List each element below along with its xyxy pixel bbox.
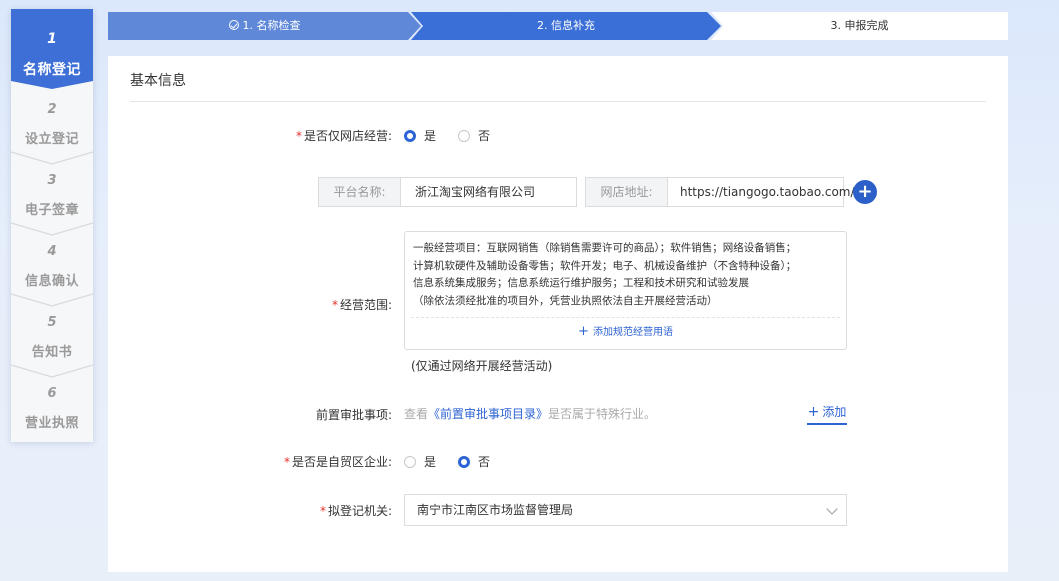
- step-number: 3: [47, 173, 57, 188]
- online-only-yes-radio[interactable]: 是: [404, 127, 436, 144]
- scope-line: 一般经营项目：互联网销售（除销售需要许可的商品）；软件销售；网络设备销售；: [413, 242, 797, 254]
- business-scope-box[interactable]: 一般经营项目：互联网销售（除销售需要许可的商品）；软件销售；网络设备销售； 计算…: [404, 231, 847, 350]
- authority-select[interactable]: 南宁市江南区市场监督管理局: [404, 494, 847, 526]
- section-title: 基本信息: [130, 73, 186, 89]
- step-divider: [11, 364, 93, 378]
- free-trade-label-text: 是否是自贸区企业:: [291, 455, 392, 469]
- step-number: 4: [47, 244, 57, 259]
- step-divider: [11, 151, 93, 165]
- step-divider: [11, 222, 93, 236]
- radio-empty-icon: [404, 456, 416, 468]
- nav-step-notice[interactable]: 5 告知书: [11, 302, 93, 378]
- step-divider: [11, 293, 93, 307]
- authority-selected-value: 南宁市江南区市场监督管理局: [417, 503, 574, 517]
- online-only-label: * 是否仅网店经营:: [268, 127, 392, 144]
- radio-selected-icon: [458, 456, 470, 468]
- plus-icon: +: [807, 404, 820, 420]
- step-number: 2: [47, 102, 57, 117]
- scope-line: 信息系统集成服务；信息系统运行维护服务；工程和技术研究和试验发展: [413, 277, 749, 289]
- progress-step-label: 1. 名称检查: [242, 19, 301, 32]
- nav-step-business-license[interactable]: 6 营业执照: [11, 373, 93, 444]
- business-scope-label: * 经营范围:: [268, 296, 392, 313]
- scope-divider: [411, 317, 840, 318]
- progress-step-label: 3. 申报完成: [830, 19, 889, 32]
- required-mark: *: [319, 504, 326, 518]
- nav-step-e-signature[interactable]: 3 电子签章: [11, 160, 93, 236]
- step-label: 信息确认: [24, 274, 79, 289]
- radio-selected-icon: [404, 130, 416, 142]
- platform-name-value: 浙江淘宝网络有限公司: [415, 185, 536, 199]
- section-divider: [130, 101, 986, 102]
- free-trade-yes-radio[interactable]: 是: [404, 453, 436, 470]
- free-trade-no-radio[interactable]: 否: [458, 453, 490, 470]
- pre-approval-label: 前置审批事项:: [315, 408, 392, 422]
- plus-icon: +: [578, 324, 589, 339]
- progress-step-label: 2. 信息补充: [537, 19, 595, 32]
- add-shop-button[interactable]: +: [853, 180, 877, 204]
- authority-label-text: 拟登记机关:: [327, 504, 392, 518]
- progress-bar: 1. 名称检查 2. 信息补充 3. 申报完成: [108, 12, 1008, 40]
- add-pre-approval-button[interactable]: + 添加: [807, 403, 847, 425]
- step-label: 电子签章: [24, 203, 79, 218]
- scope-line: （除依法须经批准的项目外，凭营业执照依法自主开展经营活动）: [413, 294, 718, 307]
- add-standard-terms-button[interactable]: + 添加规范经营用语: [405, 323, 846, 339]
- progress-step-info-supplement: 2. 信息补充: [411, 12, 721, 40]
- pre-approval-hint: 查看《前置审批事项目录》是否属于特殊行业。: [404, 407, 657, 421]
- business-scope-label-text: 经营范围:: [339, 298, 392, 312]
- business-scope-note: (仅通过网络开展经营活动): [411, 359, 553, 373]
- radio-empty-icon: [458, 130, 470, 142]
- platform-name-field[interactable]: 平台名称: 浙江淘宝网络有限公司: [318, 177, 577, 207]
- pre-approval-catalog-link[interactable]: 《前置审批事项目录》: [428, 407, 548, 421]
- shop-url-value: https://tiangogo.taobao.com/: [680, 185, 855, 199]
- chevron-down-icon: [826, 503, 838, 515]
- plus-icon: +: [857, 181, 873, 202]
- step-label: 告知书: [31, 345, 73, 360]
- nav-step-name-registration[interactable]: 1 名称登记: [11, 9, 93, 89]
- required-mark: *: [331, 298, 338, 312]
- nav-step-info-confirm[interactable]: 4 信息确认: [11, 231, 93, 307]
- required-mark: *: [295, 129, 302, 143]
- platform-name-prefix: 平台名称:: [319, 178, 401, 206]
- shop-url-prefix: 网店地址:: [586, 178, 668, 206]
- scope-line: 计算机软硬件及辅助设备零售；软件开发；电子、机械设备维护（不含特种设备）；: [413, 259, 797, 272]
- step-label: 营业执照: [24, 416, 79, 431]
- authority-label: * 拟登记机关:: [268, 502, 392, 519]
- required-mark: *: [283, 455, 290, 469]
- progress-step-complete: 3. 申报完成: [711, 12, 1008, 40]
- nav-step-establish-registration[interactable]: 2 设立登记: [11, 89, 93, 165]
- online-only-label-text: 是否仅网店经营:: [303, 129, 392, 143]
- step-number: 6: [47, 386, 57, 401]
- step-sidebar: 1 名称登记 2 设立登记 3 电子签章 4 信息确认 5 告知书 6 营业执照: [11, 9, 93, 442]
- business-scope-text: 一般经营项目：互联网销售（除销售需要许可的商品）；软件销售；网络设备销售； 计算…: [413, 240, 840, 310]
- free-trade-label: * 是否是自贸区企业:: [268, 453, 392, 470]
- step-number: 1: [47, 31, 57, 47]
- step-number: 5: [47, 315, 57, 330]
- online-only-no-radio[interactable]: 否: [458, 127, 490, 144]
- step-label: 设立登记: [24, 132, 79, 147]
- shop-url-field[interactable]: 网店地址: https://tiangogo.taobao.com/: [585, 177, 855, 207]
- step-label: 名称登记: [23, 62, 81, 78]
- progress-step-name-check: 1. 名称检查: [108, 12, 421, 40]
- check-circle-icon: [228, 20, 239, 30]
- form-card: 基本信息 * 是否仅网店经营: 是 否 平台名称: 浙江淘宝网络有限公司 网店地址…: [108, 56, 1008, 572]
